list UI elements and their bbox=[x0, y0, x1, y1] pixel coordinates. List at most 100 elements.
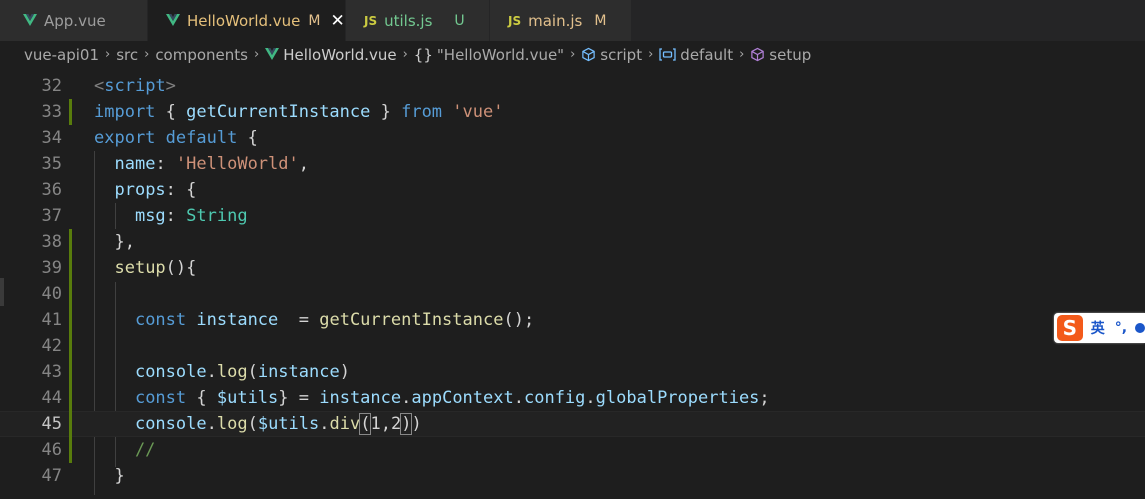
code-line-33[interactable]: 33 import { getCurrentInstance } from 'v… bbox=[0, 99, 1145, 125]
line-number: 39 bbox=[41, 258, 62, 278]
chevron-right-icon: › bbox=[402, 47, 408, 62]
vue-icon bbox=[23, 14, 37, 27]
ime-status-widget[interactable]: S 英 °, bbox=[1054, 313, 1145, 343]
breadcrumb-item-root[interactable]: vue-api01 bbox=[24, 46, 99, 64]
line-text: name: 'HelloWorld', bbox=[114, 154, 309, 174]
breadcrumb-label: "HelloWorld.vue" bbox=[436, 45, 565, 64]
code-line-43[interactable]: 43 console.log(instance) bbox=[0, 359, 1145, 385]
line-number: 41 bbox=[41, 310, 62, 330]
line-number: 40 bbox=[41, 284, 62, 304]
method-icon bbox=[750, 47, 765, 62]
modified-badge: M bbox=[594, 12, 607, 29]
line-text: <script> bbox=[94, 76, 176, 96]
editor-tab-bar: App.vue HelloWorld.vue M ✕ JS utils.js U… bbox=[0, 0, 1145, 41]
git-modified-indicator bbox=[69, 307, 72, 333]
ime-mode-label[interactable]: 英 bbox=[1091, 318, 1105, 338]
breadcrumb-label: HelloWorld.vue bbox=[283, 45, 397, 64]
tab-main-js[interactable]: JS main.js M bbox=[490, 0, 632, 41]
line-text: props: { bbox=[114, 180, 197, 200]
line-text: console.log($utils.div(1,2)) bbox=[134, 413, 422, 435]
line-text: const instance = getCurrentInstance(); bbox=[134, 310, 535, 330]
git-modified-indicator bbox=[69, 385, 72, 411]
vue-icon bbox=[166, 14, 180, 27]
untracked-badge: U bbox=[454, 12, 465, 29]
line-text: import { getCurrentInstance } from 'vue' bbox=[94, 102, 504, 122]
tab-label: App.vue bbox=[44, 11, 106, 30]
breadcrumb-label: setup bbox=[769, 45, 812, 64]
variable-icon bbox=[659, 48, 676, 61]
code-line-34[interactable]: 34 export default { bbox=[0, 125, 1145, 151]
line-number: 34 bbox=[41, 128, 62, 148]
git-modified-indicator bbox=[69, 99, 72, 125]
line-number: 38 bbox=[41, 232, 62, 252]
breadcrumb-item-src[interactable]: src bbox=[116, 46, 138, 64]
sogou-logo-icon: S bbox=[1057, 315, 1083, 341]
line-number: 37 bbox=[41, 206, 62, 226]
breadcrumb-label: default bbox=[680, 45, 734, 64]
field-icon bbox=[581, 47, 596, 62]
line-text: msg: String bbox=[134, 206, 248, 226]
code-line-38[interactable]: 38 }, bbox=[0, 229, 1145, 255]
chevron-right-icon: › bbox=[739, 47, 745, 62]
js-icon: JS bbox=[508, 13, 522, 28]
code-line-47[interactable]: 47 } bbox=[0, 463, 1145, 489]
code-line-35[interactable]: 35 name: 'HelloWorld', bbox=[0, 151, 1145, 177]
code-editor[interactable]: 32 <script> 33 import { getCurrentInstan… bbox=[0, 71, 1145, 499]
ime-status-dot bbox=[1135, 323, 1145, 333]
tab-app-vue[interactable]: App.vue bbox=[0, 0, 148, 41]
line-number: 42 bbox=[41, 336, 62, 356]
tab-label: HelloWorld.vue bbox=[187, 11, 301, 30]
tab-utils-js[interactable]: JS utils.js U bbox=[346, 0, 490, 41]
git-modified-indicator bbox=[69, 229, 72, 255]
breadcrumb-item-components[interactable]: components bbox=[155, 46, 248, 64]
git-modified-indicator bbox=[69, 359, 72, 385]
git-modified-indicator bbox=[69, 281, 72, 307]
close-icon[interactable]: ✕ bbox=[330, 11, 344, 31]
line-number: 35 bbox=[41, 154, 62, 174]
chevron-right-icon: › bbox=[144, 47, 150, 62]
chevron-right-icon: › bbox=[570, 47, 576, 62]
tab-helloworld-vue[interactable]: HelloWorld.vue M ✕ bbox=[148, 0, 346, 41]
line-text: export default { bbox=[94, 128, 258, 148]
code-line-32[interactable]: 32 <script> bbox=[0, 73, 1145, 99]
breadcrumb-item-script[interactable]: script bbox=[581, 46, 642, 64]
code-line-40[interactable]: 40 bbox=[0, 281, 1145, 307]
git-modified-indicator bbox=[69, 437, 72, 463]
code-line-36[interactable]: 36 props: { bbox=[0, 177, 1145, 203]
code-line-44[interactable]: 44 const { $utils} = instance.appContext… bbox=[0, 385, 1145, 411]
braces-icon: {} bbox=[413, 45, 433, 64]
git-modified-indicator bbox=[69, 333, 72, 359]
code-line-45-current[interactable]: 45 console.log($utils.div(1,2)) bbox=[0, 411, 1145, 437]
tab-label: main.js bbox=[528, 11, 583, 30]
chevron-right-icon: › bbox=[105, 47, 111, 62]
chevron-right-icon: › bbox=[648, 47, 654, 62]
tab-label: utils.js bbox=[384, 11, 433, 30]
line-number: 33 bbox=[41, 102, 62, 122]
code-line-39[interactable]: 39 setup(){ bbox=[0, 255, 1145, 281]
line-text: setup(){ bbox=[114, 258, 197, 278]
git-modified-indicator bbox=[69, 255, 72, 281]
line-text: }, bbox=[94, 232, 135, 252]
breadcrumb-item-setup[interactable]: setup bbox=[750, 46, 811, 64]
breadcrumb: vue-api01 › src › components › HelloWorl… bbox=[0, 41, 1145, 68]
vue-icon bbox=[265, 48, 280, 61]
code-line-37[interactable]: 37 msg: String bbox=[0, 203, 1145, 229]
breadcrumb-item-default[interactable]: default bbox=[659, 46, 733, 64]
line-number: 43 bbox=[41, 362, 62, 382]
git-modified-indicator bbox=[69, 411, 72, 437]
line-number: 46 bbox=[41, 440, 62, 460]
modified-badge: M bbox=[308, 12, 321, 29]
line-number: 36 bbox=[41, 180, 62, 200]
code-line-46[interactable]: 46 // bbox=[0, 437, 1145, 463]
breadcrumb-item-module[interactable]: {} "HelloWorld.vue" bbox=[414, 46, 564, 64]
line-text: console.log(instance) bbox=[134, 362, 350, 382]
breadcrumb-item-file[interactable]: HelloWorld.vue bbox=[265, 45, 397, 64]
line-text: } bbox=[94, 466, 125, 486]
code-line-41[interactable]: 41 const instance = getCurrentInstance()… bbox=[0, 307, 1145, 333]
js-icon: JS bbox=[364, 13, 378, 28]
code-line-42[interactable]: 42 bbox=[0, 333, 1145, 359]
ime-punct-label[interactable]: °, bbox=[1115, 320, 1127, 336]
line-number: 44 bbox=[41, 388, 62, 408]
line-text: // bbox=[94, 440, 156, 460]
chevron-right-icon: › bbox=[254, 47, 260, 62]
